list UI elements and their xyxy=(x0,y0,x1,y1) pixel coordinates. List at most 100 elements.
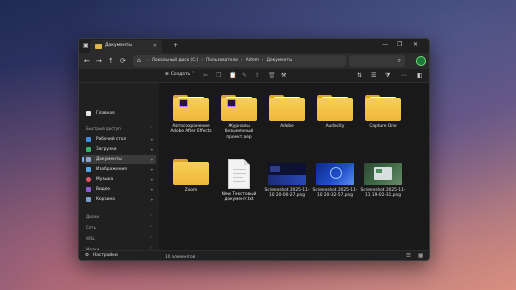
section-drives[interactable]: Диски ˅ xyxy=(86,214,152,219)
chevron-down-icon: ˅ xyxy=(150,126,152,131)
search-icon: ⌕ xyxy=(397,57,401,64)
file-explorer-window: ▣ Документы ✕ + — ❐ ✕ ← → ↑ ⟳ ⌂ › Локаль… xyxy=(78,38,430,261)
image-thumbnail xyxy=(268,163,306,185)
avatar[interactable] xyxy=(416,56,426,66)
sidebar-item-settings[interactable]: ⚙ Настройки xyxy=(85,253,118,258)
sidebar-item-recycle-bin[interactable]: Корзина ⌖ xyxy=(82,195,156,204)
section-network[interactable]: Сеть ˅ xyxy=(86,225,152,230)
videos-icon xyxy=(86,187,91,192)
properties-icon[interactable]: ⚒ xyxy=(281,72,286,80)
filter-icon[interactable]: ⧩ xyxy=(385,72,390,80)
folder-icon xyxy=(173,95,209,121)
back-button[interactable]: ← xyxy=(84,57,90,65)
minimize-button[interactable]: — xyxy=(382,41,388,48)
navigation-bar: ← → ↑ ⟳ ⌂ › Локальный диск (C:) › Пользо… xyxy=(79,53,429,69)
details-view-icon[interactable]: ☰ xyxy=(406,253,411,259)
delete-icon[interactable]: 🗑 xyxy=(268,72,276,80)
image-thumbnail xyxy=(316,163,354,185)
sidebar-item-videos[interactable]: Видео ⌖ xyxy=(82,185,156,194)
file-item[interactable]: Screenshot 2025-11-10 20-32-57.png xyxy=(310,159,360,199)
text-document-icon xyxy=(228,159,250,189)
create-button[interactable]: ⊕ Создать ˅ xyxy=(165,72,194,77)
chevron-down-icon: ˅ xyxy=(150,214,152,219)
folder-icon xyxy=(173,159,209,185)
downloads-icon xyxy=(86,147,91,152)
image-thumbnail xyxy=(364,163,402,185)
section-wsl[interactable]: WSL ˅ xyxy=(86,236,152,241)
pin-icon[interactable]: ⌖ xyxy=(151,147,153,152)
pin-icon[interactable]: ⌖ xyxy=(151,167,153,172)
maximize-button[interactable]: ❐ xyxy=(397,41,402,48)
sidebar-item-downloads[interactable]: Загрузки ⌖ xyxy=(82,145,156,154)
close-button[interactable]: ✕ xyxy=(413,41,418,48)
window-menu-icon[interactable]: ▣ xyxy=(83,42,89,50)
sidebar-item-music[interactable]: Музыка ⌖ xyxy=(82,175,156,184)
pin-icon[interactable]: ⌖ xyxy=(151,177,153,182)
more-icon[interactable]: ⋯ xyxy=(401,72,407,80)
share-icon[interactable]: ⇪ xyxy=(255,72,260,80)
address-bar[interactable]: ⌂ › Локальный диск (C:) › Пользователи ›… xyxy=(133,55,346,67)
new-tab-button[interactable]: + xyxy=(173,42,178,49)
refresh-button[interactable]: ⟳ xyxy=(120,57,126,65)
view-icon[interactable]: ☰ xyxy=(371,72,376,80)
music-icon xyxy=(86,177,91,182)
pictures-icon xyxy=(86,167,91,172)
breadcrumb: › Локальный диск (C:) › Пользователи › A… xyxy=(147,58,293,63)
copy-icon[interactable]: ❐ xyxy=(216,72,221,80)
forward-button[interactable]: → xyxy=(96,57,102,65)
search-input[interactable]: ⌕ xyxy=(349,55,405,67)
status-bar: ⚙ Настройки 10 элементов ☰ ▦ xyxy=(79,250,429,260)
breadcrumb-item[interactable]: Artem xyxy=(246,58,259,63)
rename-icon[interactable]: ✎ xyxy=(242,72,247,80)
up-button[interactable]: ↑ xyxy=(108,57,114,65)
folder-icon xyxy=(95,44,102,49)
file-item[interactable]: Adobe xyxy=(262,95,312,129)
documents-icon xyxy=(86,157,91,162)
file-item[interactable]: Audacity xyxy=(310,95,360,129)
tab-documents[interactable]: Документы ✕ xyxy=(90,40,162,53)
item-count: 10 элементов xyxy=(165,254,196,259)
sidebar-item-home[interactable]: Главная xyxy=(82,109,156,118)
folder-icon xyxy=(269,95,305,121)
file-item[interactable]: Zoom xyxy=(166,159,216,193)
file-item[interactable]: Screenshot 2025-11-10 20-00-27.png xyxy=(262,159,312,199)
gear-icon: ⚙ xyxy=(85,253,89,258)
file-item[interactable]: Screenshot 2025-11-11 19-02-31.png xyxy=(358,159,408,199)
close-tab-icon[interactable]: ✕ xyxy=(153,43,157,49)
paste-icon[interactable]: 📋 xyxy=(229,72,236,80)
pin-icon[interactable]: ⌖ xyxy=(151,137,153,142)
sidebar-item-documents[interactable]: Документы ⌖ xyxy=(82,155,156,164)
navigation-pane: Главная Быстрый доступ ˅ Рабочий стол ⌖ … xyxy=(79,83,159,252)
file-item[interactable]: Автосохранение Adobe After Effects xyxy=(166,95,216,135)
chevron-down-icon: ˅ xyxy=(150,236,152,241)
pin-icon[interactable]: ⌖ xyxy=(151,197,153,202)
chevron-down-icon: ˅ xyxy=(192,72,195,77)
pin-icon[interactable]: ⌖ xyxy=(151,187,153,192)
folder-icon xyxy=(365,95,401,121)
home-icon[interactable]: ⌂ xyxy=(137,57,141,64)
create-label: Создать xyxy=(170,72,191,77)
sort-icon[interactable]: ⇅ xyxy=(357,72,362,80)
home-icon xyxy=(86,111,91,116)
command-bar: ⊕ Создать ˅ ✂ ❐ 📋 ✎ ⇪ 🗑 ⚒ ⇅ ☰ ⧩ ⋯ ◧ xyxy=(79,69,429,83)
plus-icon: ⊕ xyxy=(165,72,169,77)
file-item[interactable]: Журналы безымянный проект.aep xyxy=(214,95,264,140)
breadcrumb-item[interactable]: Документы xyxy=(267,58,293,63)
folder-icon xyxy=(221,95,257,121)
sidebar-item-desktop[interactable]: Рабочий стол ⌖ xyxy=(82,135,156,144)
sidebar-item-pictures[interactable]: Изображения ⌖ xyxy=(82,165,156,174)
file-item[interactable]: Capture One xyxy=(358,95,408,129)
desktop-icon xyxy=(86,137,91,142)
breadcrumb-item[interactable]: Локальный диск (C:) xyxy=(152,58,199,63)
breadcrumb-item[interactable]: Пользователи xyxy=(206,58,238,63)
cut-icon[interactable]: ✂ xyxy=(203,72,208,80)
file-grid: Автосохранение Adobe After Effects Журна… xyxy=(159,83,429,250)
chevron-down-icon: ˅ xyxy=(150,225,152,230)
details-pane-icon[interactable]: ◧ xyxy=(417,72,423,80)
section-quick-access[interactable]: Быстрый доступ ˅ xyxy=(86,126,152,131)
tiles-view-icon[interactable]: ▦ xyxy=(418,253,423,259)
file-item[interactable]: New Текстовый документ.txt xyxy=(214,159,264,203)
tab-title: Документы xyxy=(105,43,132,48)
pin-icon[interactable]: ⌖ xyxy=(151,157,153,162)
recycle-bin-icon xyxy=(86,197,91,202)
